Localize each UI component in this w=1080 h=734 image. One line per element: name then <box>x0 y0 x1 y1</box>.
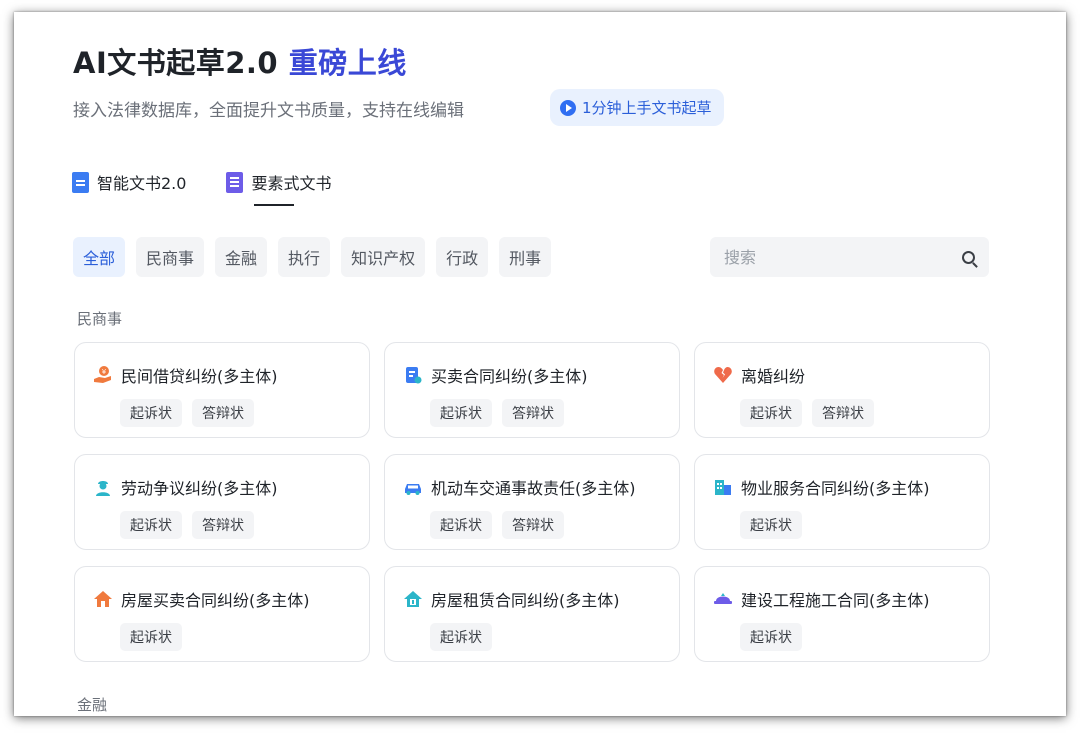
app-frame: AI文书起草2.0 重磅上线 接入法律数据库，全面提升文书质量，支持在线编辑 1… <box>14 12 1066 716</box>
quickstart-label: 1分钟上手文书起草 <box>582 99 712 117</box>
filter-criminal[interactable]: 刑事 <box>499 237 552 277</box>
house-icon <box>94 591 112 607</box>
tag-complaint[interactable]: 起诉状 <box>740 511 802 539</box>
section-label-civil: 民商事 <box>77 310 123 328</box>
filter-administrative[interactable]: 行政 <box>436 237 489 277</box>
card-title: 买卖合同纠纷(多主体) <box>431 367 588 386</box>
doc-card[interactable]: 房屋租赁合同纠纷(多主体) 起诉状 <box>384 566 680 662</box>
doc-card[interactable]: 机动车交通事故责任(多主体) 起诉状 答辩状 <box>384 454 680 550</box>
search-input[interactable] <box>724 247 962 267</box>
tag-complaint[interactable]: 起诉状 <box>120 623 182 651</box>
filter-all[interactable]: 全部 <box>73 237 126 277</box>
card-grid: ¥ 民间借贷纠纷(多主体) 起诉状 答辩状 买卖合同纠纷(多主体) 起诉状 答辩… <box>74 342 990 662</box>
doc-card[interactable]: 物业服务合同纠纷(多主体) 起诉状 <box>694 454 990 550</box>
page-title: AI文书起草2.0 重磅上线 <box>73 40 407 82</box>
card-title: 物业服务合同纠纷(多主体) <box>741 479 930 498</box>
tag-complaint[interactable]: 起诉状 <box>120 399 182 427</box>
tag-defense[interactable]: 答辩状 <box>502 399 564 427</box>
card-title: 房屋买卖合同纠纷(多主体) <box>121 591 310 610</box>
tag-defense[interactable]: 答辩状 <box>812 399 874 427</box>
title-accent: 重磅上线 <box>288 46 407 80</box>
tag-complaint[interactable]: 起诉状 <box>430 399 492 427</box>
tab-smart-docs[interactable]: 智能文书2.0 <box>72 170 186 206</box>
section-label-finance: 金融 <box>77 696 108 714</box>
tag-defense[interactable]: 答辩状 <box>192 511 254 539</box>
page-subtitle: 接入法律数据库，全面提升文书质量，支持在线编辑 <box>73 101 464 121</box>
tag-defense[interactable]: 答辩状 <box>192 399 254 427</box>
doc-card[interactable]: 劳动争议纠纷(多主体) 起诉状 答辩状 <box>74 454 370 550</box>
doc-card[interactable]: 买卖合同纠纷(多主体) 起诉状 答辩状 <box>384 342 680 438</box>
quickstart-button[interactable]: 1分钟上手文书起草 <box>550 89 724 126</box>
category-filters: 全部 民商事 金融 执行 知识产权 行政 刑事 <box>73 237 552 277</box>
filter-ip[interactable]: 知识产权 <box>341 237 426 277</box>
card-title: 民间借贷纠纷(多主体) <box>121 367 278 386</box>
doc-card[interactable]: 建设工程施工合同(多主体) 起诉状 <box>694 566 990 662</box>
loan-hand-icon: ¥ <box>94 366 111 383</box>
tag-complaint[interactable]: 起诉状 <box>430 511 492 539</box>
doc-icon <box>72 171 89 193</box>
broken-heart-icon <box>714 367 732 383</box>
play-icon <box>560 99 576 116</box>
doc-card[interactable]: ¥ 民间借贷纠纷(多主体) 起诉状 答辩状 <box>74 342 370 438</box>
search-box <box>710 237 989 277</box>
card-title: 建设工程施工合同(多主体) <box>741 591 930 610</box>
filter-finance[interactable]: 金融 <box>215 237 268 277</box>
card-title: 房屋租赁合同纠纷(多主体) <box>431 591 620 610</box>
worker-icon <box>96 481 110 496</box>
tab-label: 要素式文书 <box>251 174 332 193</box>
card-title: 劳动争议纠纷(多主体) <box>121 479 278 498</box>
svg-text:¥: ¥ <box>102 368 107 376</box>
search-icon[interactable] <box>962 250 975 264</box>
card-title: 离婚纠纷 <box>741 367 806 386</box>
title-main: AI文书起草2.0 <box>73 46 279 80</box>
tag-defense[interactable]: 答辩状 <box>502 511 564 539</box>
tag-complaint[interactable]: 起诉状 <box>740 623 802 651</box>
contract-icon <box>406 367 422 384</box>
list-icon <box>226 171 244 193</box>
doc-card[interactable]: 房屋买卖合同纠纷(多主体) 起诉状 <box>74 566 370 662</box>
car-icon <box>405 484 421 495</box>
tab-element-docs[interactable]: 要素式文书 <box>226 170 331 206</box>
construction-icon <box>714 593 732 604</box>
tag-complaint[interactable]: 起诉状 <box>120 511 182 539</box>
card-title: 机动车交通事故责任(多主体) <box>431 479 636 498</box>
tag-complaint[interactable]: 起诉状 <box>430 623 492 651</box>
tag-complaint[interactable]: 起诉状 <box>740 399 802 427</box>
filter-civil-commercial[interactable]: 民商事 <box>136 237 205 277</box>
tab-label: 智能文书2.0 <box>97 174 187 193</box>
house-rent-icon <box>404 591 422 607</box>
doc-card[interactable]: 离婚纠纷 起诉状 答辩状 <box>694 342 990 438</box>
mode-tabs: 智能文书2.0 要素式文书 <box>72 170 331 206</box>
filter-enforcement[interactable]: 执行 <box>278 237 331 277</box>
building-icon <box>715 480 731 495</box>
